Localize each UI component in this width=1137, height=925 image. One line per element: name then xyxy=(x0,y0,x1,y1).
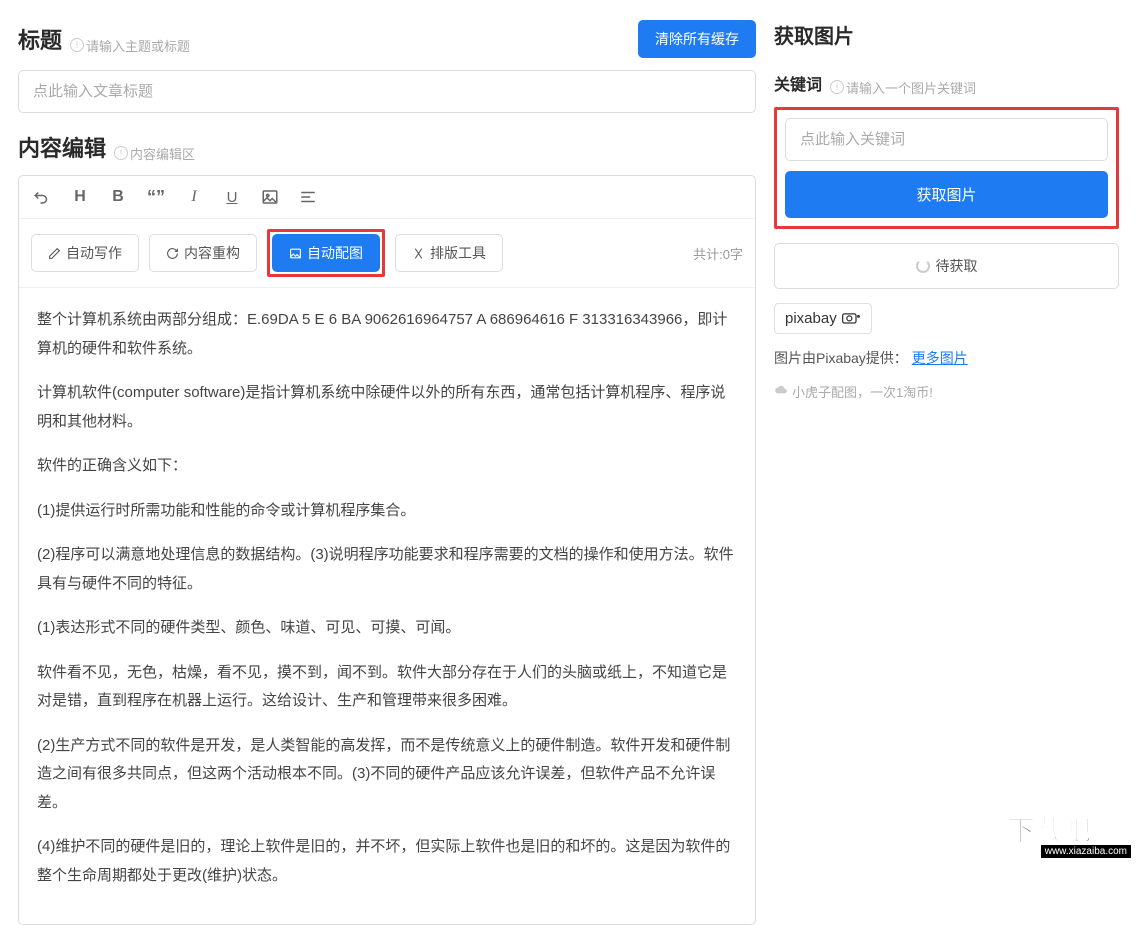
content-paragraph: 整个计算机系统由两部分组成：E.69DA 5 E 6 BA 9062616964… xyxy=(37,306,737,363)
info-icon: ! xyxy=(830,80,844,94)
keyword-input[interactable] xyxy=(785,118,1108,161)
format-toolbar: H B “” I U xyxy=(19,176,755,219)
action-toolbar: 自动写作 内容重构 自动配图 排版工具 xyxy=(19,219,755,288)
title-label: 标题 xyxy=(18,23,62,55)
footer-note: 小虎子配图，一次1淘币! xyxy=(774,382,1119,401)
layout-tool-button[interactable]: 排版工具 xyxy=(395,234,503,272)
info-icon: ! xyxy=(70,38,84,52)
cloud-icon xyxy=(774,384,788,398)
layout-icon xyxy=(412,247,425,260)
align-icon[interactable] xyxy=(297,186,319,208)
underline-icon[interactable]: U xyxy=(221,186,243,208)
content-label: 内容编辑 xyxy=(18,131,106,163)
heading-icon[interactable]: H xyxy=(69,186,91,208)
word-count: 共计:0字 xyxy=(693,244,743,263)
editor-box: H B “” I U 自动写作 内容重构 xyxy=(18,175,756,925)
undo-icon[interactable] xyxy=(31,186,53,208)
content-paragraph: (1)提供运行时所需功能和性能的命令或计算机程序集合。 xyxy=(37,497,737,526)
image-small-icon xyxy=(289,247,302,260)
info-icon: ! xyxy=(114,146,128,160)
status-button[interactable]: 待获取 xyxy=(774,243,1119,289)
watermark-logo: 下载吧 xyxy=(1007,815,1091,846)
content-editor[interactable]: 整个计算机系统由两部分组成：E.69DA 5 E 6 BA 9062616964… xyxy=(19,288,755,924)
image-icon[interactable] xyxy=(259,186,281,208)
title-header: 标题 ! 请输入主题或标题 清除所有缓存 xyxy=(18,20,756,58)
pencil-icon xyxy=(48,247,61,260)
camera-icon xyxy=(841,311,861,325)
restructure-button[interactable]: 内容重构 xyxy=(149,234,257,272)
auto-write-button[interactable]: 自动写作 xyxy=(31,234,139,272)
highlight-keyword-box: 获取图片 xyxy=(774,107,1119,229)
content-paragraph: 软件看不见，无色，枯燥，看不见，摸不到，闻不到。软件大部分存在于人们的头脑或纸上… xyxy=(37,659,737,716)
bold-icon[interactable]: B xyxy=(107,186,129,208)
title-hint: ! 请输入主题或标题 xyxy=(70,36,190,55)
image-panel-title: 获取图片 xyxy=(774,20,1119,49)
auto-image-button[interactable]: 自动配图 xyxy=(272,234,380,272)
refresh-icon xyxy=(166,247,179,260)
fetch-image-button[interactable]: 获取图片 xyxy=(785,171,1108,218)
quote-icon[interactable]: “” xyxy=(145,186,167,208)
keyword-label: 关键词 xyxy=(774,71,822,95)
italic-icon[interactable]: I xyxy=(183,186,205,208)
highlight-auto-image: 自动配图 xyxy=(267,229,385,277)
content-hint: ! 内容编辑区 xyxy=(114,144,195,163)
watermark-url: www.xiazaiba.com xyxy=(1041,845,1131,858)
content-paragraph: (4)维护不同的硬件是旧的，理论上软件是旧的，并不坏，但实际上软件也是旧的和坏的… xyxy=(37,833,737,890)
content-paragraph: 计算机软件(computer software)是指计算机系统中除硬件以外的所有… xyxy=(37,379,737,436)
content-paragraph: (1)表达形式不同的硬件类型、颜色、味道、可见、可摸、可闻。 xyxy=(37,614,737,643)
image-sidebar: 获取图片 关键词 ! 请输入一个图片关键词 获取图片 待获取 pixabay 图… xyxy=(760,0,1137,860)
spinner-icon xyxy=(916,259,930,273)
more-images-link[interactable]: 更多图片 xyxy=(912,350,968,366)
content-paragraph: 软件的正确含义如下： xyxy=(37,452,737,481)
content-header: 内容编辑 ! 内容编辑区 xyxy=(18,131,756,163)
content-paragraph: (2)程序可以满意地处理信息的数据结构。(3)说明程序功能要求和程序需要的文档的… xyxy=(37,541,737,598)
watermark: 下载吧 www.xiazaiba.com xyxy=(997,800,1137,860)
provider-line: 图片由Pixabay提供： 更多图片 xyxy=(774,348,1119,368)
keyword-label-row: 关键词 ! 请输入一个图片关键词 xyxy=(774,71,1119,97)
pixabay-badge: pixabay xyxy=(774,303,872,334)
clear-cache-button[interactable]: 清除所有缓存 xyxy=(638,20,756,58)
main-panel: 标题 ! 请输入主题或标题 清除所有缓存 内容编辑 ! 内容编辑区 H xyxy=(0,0,760,860)
title-input[interactable] xyxy=(18,70,756,113)
keyword-hint: ! 请输入一个图片关键词 xyxy=(830,78,976,97)
content-paragraph: (2)生产方式不同的软件是开发，是人类智能的高发挥，而不是传统意义上的硬件制造。… xyxy=(37,732,737,818)
